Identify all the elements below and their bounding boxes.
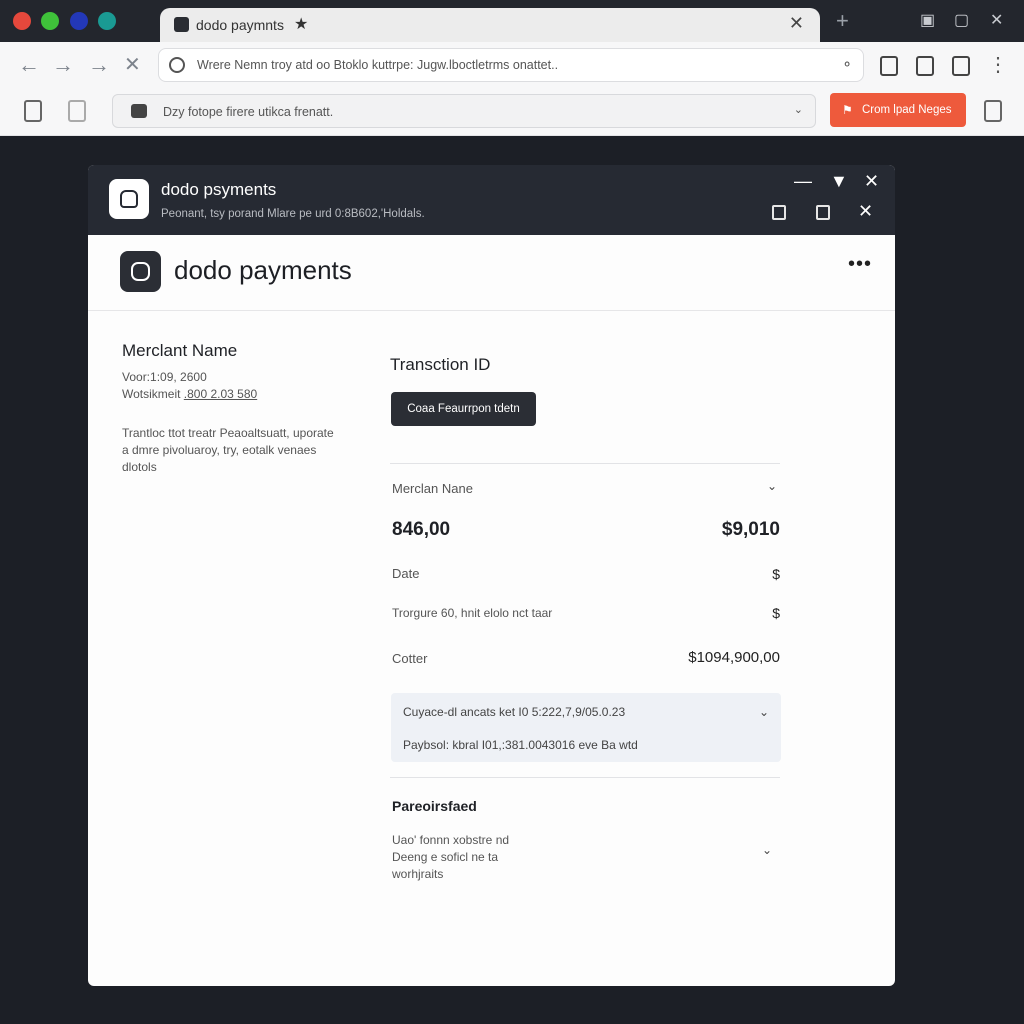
tab-favicon-icon (174, 17, 189, 32)
extension-search-text[interactable]: Dzy fotope firere utikca frenatt. (163, 105, 333, 119)
back-icon[interactable]: ← (18, 52, 40, 78)
app-logo-icon (109, 179, 149, 219)
merchant-title: Merclant Name (122, 341, 238, 360)
browser-titlebar: dodo paymnts ★ ✕ + ▣ ▢ ✕ (0, 0, 1024, 42)
minimize-icon[interactable]: — (794, 171, 812, 192)
date-label: Date (392, 566, 420, 581)
upload-icon[interactable] (984, 100, 1002, 122)
merchant-meta-id: Wotsikmeit .800 2.03 580 (122, 387, 257, 401)
payment-info-box[interactable]: Cuyace-dl ancats ket I0 5:222,7,9/05.0.2… (391, 693, 781, 762)
divider (390, 777, 780, 778)
brand-header: dodo payments ••• (88, 235, 895, 311)
merchant-name-row-label: Merclan Nane (392, 481, 473, 496)
facebook-icon[interactable] (816, 205, 830, 220)
amount-left: 846,00 (392, 519, 451, 540)
chevron-down-icon[interactable]: ⌄ (759, 705, 769, 719)
section-line: Deeng e soficl ne ta (392, 850, 499, 864)
tab-close-icon[interactable]: ✕ (789, 13, 804, 34)
amount-right: $9,010 (721, 519, 780, 540)
stop-icon[interactable]: ✕ (124, 52, 141, 77)
dismiss-icon[interactable]: ✕ (858, 201, 873, 222)
browser-toolbar: ← → → ✕ Wrere Nemn troy atd oo Btoklo ku… (0, 42, 1024, 90)
lock-icon-ext[interactable] (24, 100, 42, 122)
site-info-icon[interactable] (169, 57, 185, 73)
browser-tab[interactable]: dodo paymnts ★ ✕ (160, 8, 820, 42)
restore-icon[interactable]: ▢ (954, 10, 969, 30)
brand-logo-icon (120, 251, 161, 292)
star-icon[interactable]: ★ (294, 14, 308, 34)
date-value: $ (772, 566, 780, 582)
extension-action-button[interactable]: ⚑ Crom lpad Neges (830, 93, 966, 127)
window-dot-blue[interactable] (70, 12, 88, 30)
tongue-value: $ (772, 605, 780, 621)
menu-kebab-icon[interactable]: ⋮ (988, 52, 1008, 77)
brand-name: dodo payments (174, 255, 352, 285)
new-tab-icon[interactable]: + (836, 8, 849, 34)
bookmark-icon[interactable] (916, 56, 934, 76)
merchant-meta-label: Wotsikmeit (122, 387, 181, 401)
forward-alt-icon[interactable]: → (88, 52, 110, 78)
export-icon[interactable] (772, 205, 786, 220)
extensions-icon[interactable] (952, 56, 970, 76)
tab-title: dodo paymnts (196, 17, 284, 33)
extension-search-field[interactable]: Dzy fotope firere utikca frenatt. ⌄ (112, 94, 816, 128)
merchant-meta-date: Voor:1:09, 2600 (122, 370, 207, 384)
window-dot-teal[interactable] (98, 12, 116, 30)
section-line: Uao' fonnn xobstre nd (392, 833, 510, 847)
maximize-window-dot[interactable] (41, 12, 59, 30)
info-line-1: Cuyace-dl ancats ket I0 5:222,7,9/05.0.2… (403, 705, 626, 719)
window-subtitle: Peonant, tsy porand Mlare pe urd 0:8B602… (161, 208, 425, 220)
chevron-down-icon[interactable]: ⌄ (794, 103, 803, 116)
info-line-2: Paybsol: kbral I01,:381.0043016 eve Ba w… (403, 738, 638, 752)
cotter-value: $1094,900,00 (688, 649, 780, 666)
share-icon[interactable] (880, 56, 898, 76)
close-icon[interactable]: ✕ (864, 171, 879, 192)
merchant-meta-link[interactable]: .800 2.03 580 (184, 387, 257, 401)
payment-window: dodo psyments Peonant, tsy porand Mlare … (88, 165, 895, 986)
section-title: Pareoirsfaed (392, 798, 477, 814)
cotter-label: Cotter (392, 651, 428, 666)
close-window-dot[interactable] (13, 12, 31, 30)
section-line: worhjraits (392, 867, 444, 881)
address-bar[interactable]: Wrere Nemn troy atd oo Btoklo kuttrpe: J… (158, 48, 864, 82)
chevron-down-icon[interactable]: ⌄ (762, 843, 772, 857)
copy-transaction-button[interactable]: Coaa Feaurrpon tdetn (391, 392, 536, 426)
window-title: dodo psyments (161, 180, 277, 199)
url-text[interactable]: Wrere Nemn troy atd oo Btoklo kuttrpe: J… (197, 58, 558, 72)
tongue-label: Trorgure 60, hnit elolo nct taar (392, 606, 553, 620)
window-close-icon[interactable]: ✕ (990, 10, 1003, 30)
puzzle-icon (131, 104, 147, 118)
more-options-icon[interactable]: ••• (848, 253, 872, 276)
dropdown-triangle-icon[interactable]: ▼ (830, 171, 848, 192)
minimize-icon[interactable]: ▣ (920, 10, 935, 30)
chevron-down-icon[interactable]: ⌄ (767, 479, 777, 493)
forward-icon[interactable]: → (52, 52, 74, 78)
divider (390, 463, 780, 464)
lock-icon[interactable]: ⚬ (841, 56, 853, 73)
merchant-description: Trantloc ttot treatr Peaoaltsuatt, upora… (122, 426, 334, 474)
extension-action-label: Crom lpad Neges (862, 104, 952, 116)
page-icon[interactable] (68, 100, 86, 122)
transaction-id-title: Transction ID (390, 355, 491, 374)
pin-icon: ⚑ (842, 103, 853, 117)
window-header: dodo psyments Peonant, tsy porand Mlare … (88, 165, 895, 235)
extension-bar: Dzy fotope firere utikca frenatt. ⌄ ⚑ Cr… (0, 90, 1024, 136)
